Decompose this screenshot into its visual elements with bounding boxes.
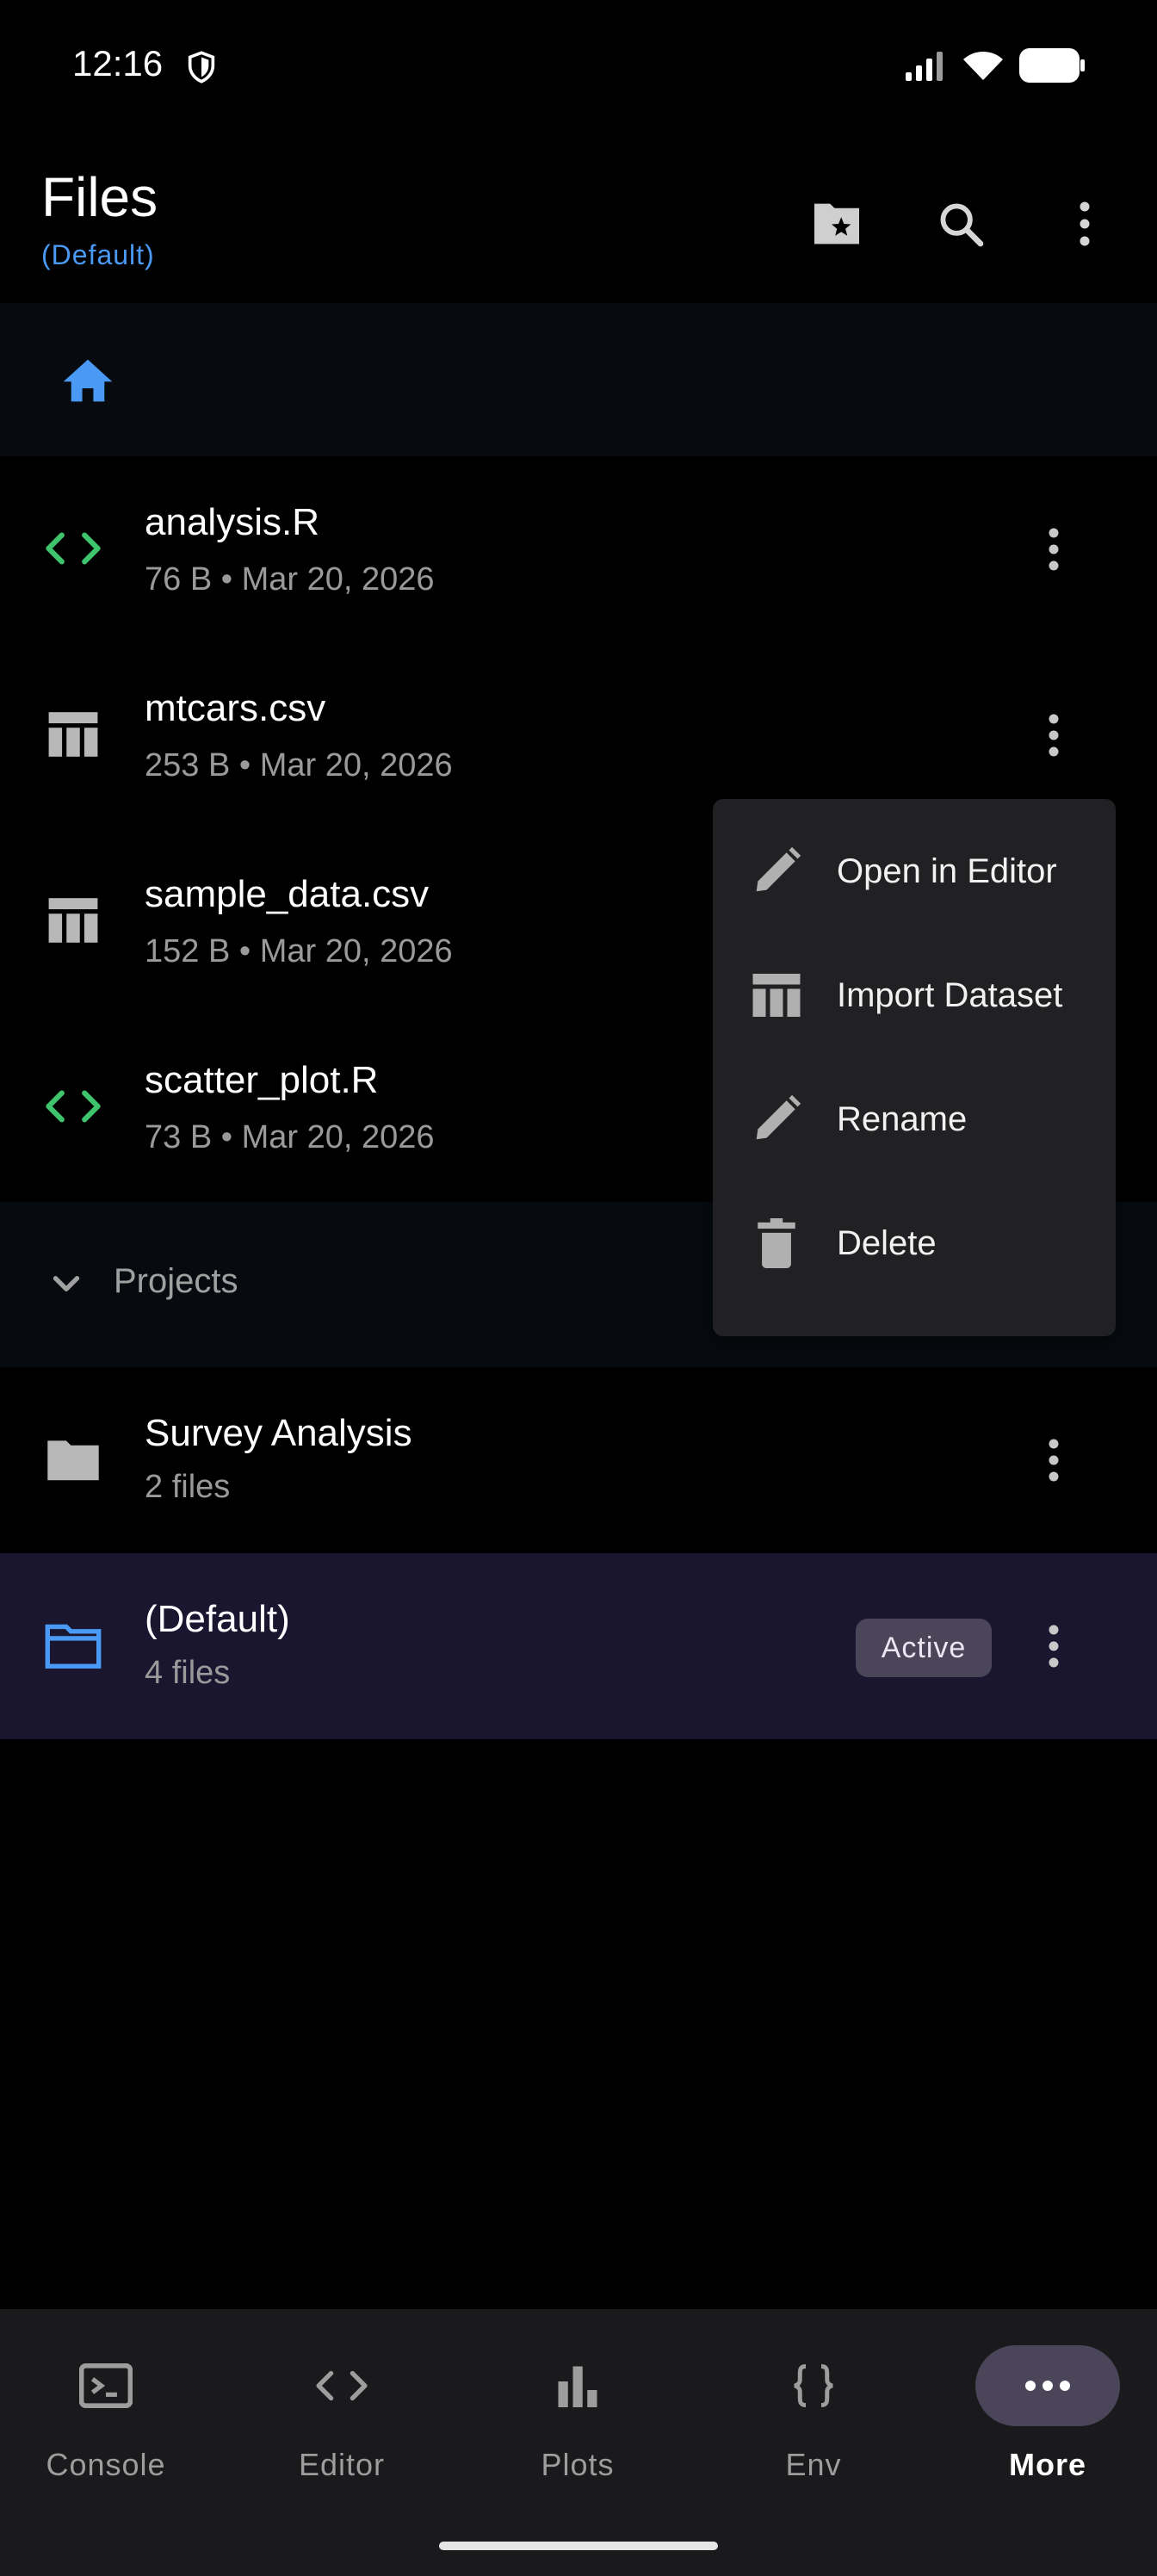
project-name: Survey Analysis — [145, 1412, 412, 1454]
projects-label: Projects — [114, 1262, 238, 1300]
top-app-bar: Files (Default) — [0, 146, 1157, 301]
menu-item-label: Delete — [837, 1224, 937, 1262]
file-meta: 73 B • Mar 20, 2026 — [145, 1119, 435, 1155]
nav-label: Editor — [298, 2447, 386, 2482]
project-name: (Default) — [145, 1598, 290, 1640]
project-row-active[interactable]: (Default) 4 files Active — [0, 1553, 1157, 1739]
table-icon — [34, 882, 112, 959]
table-icon — [34, 696, 112, 773]
braces-icon — [741, 2345, 886, 2426]
code-icon — [34, 1068, 112, 1145]
home-button[interactable] — [53, 350, 122, 411]
file-meta: 76 B • Mar 20, 2026 — [145, 561, 435, 598]
chevron-down-icon — [45, 1262, 88, 1305]
status-time: 12:16 — [72, 43, 164, 84]
file-row[interactable]: analysis.R 76 B • Mar 20, 2026 — [0, 456, 1157, 642]
menu-item-label: Open in Editor — [837, 852, 1057, 890]
bottom-navigation: Console Editor Plots Env More — [0, 2309, 1157, 2576]
status-icons — [904, 48, 1085, 83]
favorite-folder-button[interactable] — [802, 189, 871, 258]
code-icon — [269, 2345, 414, 2426]
more-vertical-icon — [1048, 527, 1060, 572]
page-subtitle: (Default) — [41, 239, 155, 270]
breadcrumb — [0, 303, 1157, 456]
active-badge: Active — [856, 1619, 992, 1677]
nav-env[interactable]: Env — [715, 2345, 913, 2509]
more-horizontal-icon — [975, 2345, 1120, 2426]
file-name: sample_data.csv — [145, 873, 430, 915]
nav-label: More — [1008, 2447, 1086, 2482]
more-vertical-icon — [1048, 1624, 1060, 1669]
status-bar: 12:16 — [0, 0, 1157, 138]
battery-icon — [1019, 48, 1085, 83]
console-icon — [34, 2345, 178, 2426]
search-icon — [936, 199, 986, 249]
more-vertical-icon — [1048, 713, 1060, 758]
folder-icon — [34, 1421, 112, 1498]
bar-chart-icon — [505, 2345, 650, 2426]
nav-label: Console — [46, 2447, 166, 2482]
nav-label: Env — [785, 2447, 842, 2482]
project-meta: 2 files — [145, 1469, 231, 1505]
context-menu: Open in Editor Import Dataset Rename Del… — [713, 799, 1116, 1336]
nav-more[interactable]: More — [949, 2345, 1147, 2509]
folder-open-icon — [34, 1607, 112, 1684]
nav-editor[interactable]: Editor — [243, 2345, 441, 2509]
page-title: Files — [41, 166, 158, 228]
trash-icon — [747, 1214, 806, 1273]
overflow-menu-button[interactable] — [1050, 189, 1119, 258]
pencil-icon — [747, 842, 806, 901]
menu-item-open-in-editor[interactable]: Open in Editor — [713, 809, 1116, 933]
menu-item-delete[interactable]: Delete — [713, 1181, 1116, 1305]
shield-icon — [184, 48, 219, 86]
pencil-icon — [747, 1090, 806, 1149]
search-button[interactable] — [926, 189, 995, 258]
more-vertical-icon — [1078, 200, 1092, 248]
table-icon — [747, 966, 806, 1025]
home-icon — [61, 357, 114, 404]
project-more-button[interactable] — [1019, 1612, 1088, 1681]
file-meta: 152 B • Mar 20, 2026 — [145, 933, 453, 969]
file-meta: 253 B • Mar 20, 2026 — [145, 747, 453, 783]
nav-label: Plots — [541, 2447, 615, 2482]
file-more-button[interactable] — [1019, 701, 1088, 770]
project-more-button[interactable] — [1019, 1426, 1088, 1495]
wifi-icon — [962, 49, 1004, 82]
menu-item-rename[interactable]: Rename — [713, 1057, 1116, 1181]
nav-plots[interactable]: Plots — [479, 2345, 677, 2509]
project-meta: 4 files — [145, 1655, 231, 1691]
nav-console[interactable]: Console — [7, 2345, 205, 2509]
code-icon — [34, 510, 112, 587]
project-row[interactable]: Survey Analysis 2 files — [0, 1367, 1157, 1553]
menu-item-import-dataset[interactable]: Import Dataset — [713, 933, 1116, 1057]
file-more-button[interactable] — [1019, 515, 1088, 584]
file-name: scatter_plot.R — [145, 1059, 379, 1101]
folder-star-icon — [809, 201, 864, 246]
home-indicator[interactable] — [439, 2542, 718, 2550]
file-name: analysis.R — [145, 501, 319, 543]
file-name: mtcars.csv — [145, 687, 326, 729]
signal-icon — [904, 50, 947, 81]
more-vertical-icon — [1048, 1438, 1060, 1483]
menu-item-label: Rename — [837, 1100, 968, 1138]
menu-item-label: Import Dataset — [837, 976, 1063, 1014]
